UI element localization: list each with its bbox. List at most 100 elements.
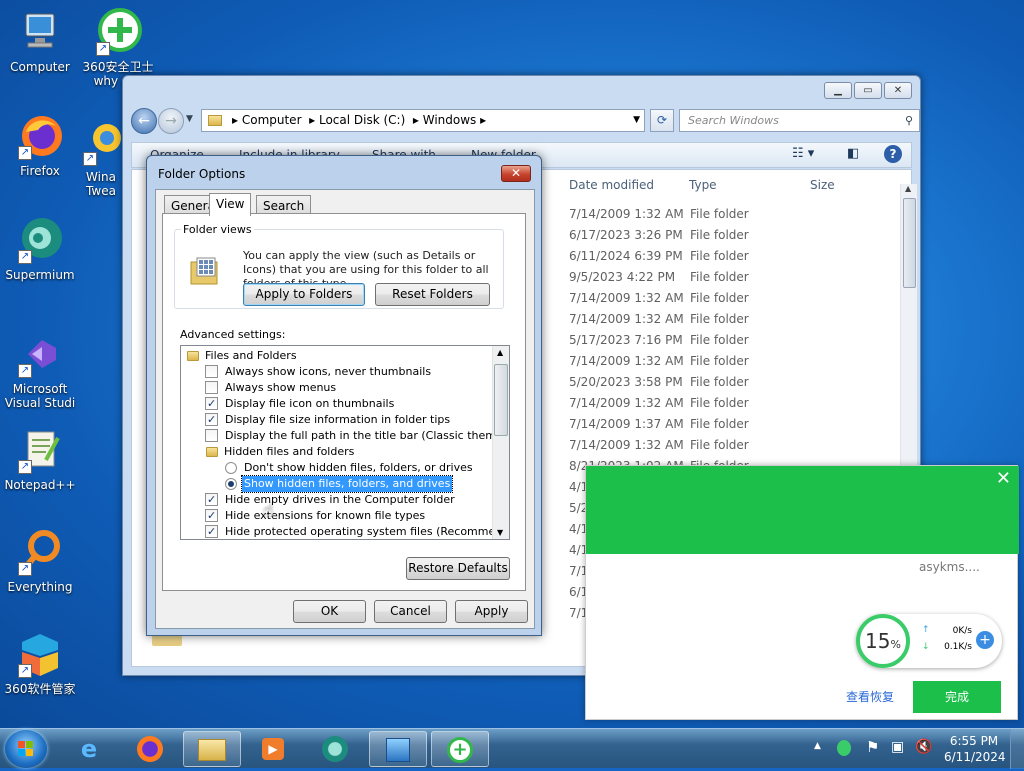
tab-view[interactable]: View (209, 193, 252, 216)
scroll-down-icon[interactable]: ▼ (497, 528, 503, 537)
clock-time: 6:55 PM (949, 734, 999, 748)
advanced-setting-check[interactable]: Hide extensions for known file types (185, 508, 490, 524)
checkbox[interactable] (205, 365, 218, 378)
advanced-setting-check[interactable]: Hide protected operating system files (R… (185, 524, 509, 539)
show-hidden-icons-icon[interactable]: ▲ (814, 741, 821, 751)
checkbox[interactable] (205, 396, 218, 412)
clock[interactable]: 6:55 PM 6/11/2024 (944, 733, 1006, 765)
scrollbar-thumb[interactable] (494, 364, 508, 436)
breadcrumb-item[interactable]: Local Disk (C:) (319, 113, 405, 127)
file-row[interactable]: 6/11/2024 6:39 PM File folder (569, 246, 899, 267)
cancel-button[interactable]: Cancel (374, 600, 447, 623)
checkbox[interactable] (205, 381, 218, 394)
scrollbar-thumb[interactable] (903, 198, 916, 288)
search-input[interactable]: Search Windows ⚲ (679, 109, 920, 132)
checkbox[interactable] (205, 492, 218, 508)
view-restore-link[interactable]: 查看恢复 (846, 688, 894, 705)
advanced-setting-check[interactable]: Display the full path in the title bar (… (185, 428, 509, 444)
cpu-usage-ring: 15% (856, 614, 910, 668)
file-row[interactable]: 7/14/2009 1:32 AM File folder (569, 435, 899, 456)
file-row[interactable]: 7/14/2009 1:32 AM File folder (569, 204, 899, 225)
view-options-icon[interactable]: ☷ ▾ (792, 146, 814, 161)
column-date-modified[interactable]: Date modified (569, 178, 654, 192)
advanced-setting-check[interactable]: Hide empty drives in the Computer folder (185, 492, 490, 508)
popup-close-icon[interactable]: ✕ (996, 468, 1011, 489)
desktop-icon-computer[interactable]: Computer (0, 8, 80, 74)
advanced-setting-check[interactable]: Always show menus (185, 380, 490, 396)
file-row[interactable]: 5/17/2023 7:16 PM File folder (569, 330, 899, 351)
file-row[interactable]: 7/14/2009 1:32 AM File folder (569, 288, 899, 309)
back-button[interactable]: ← (131, 108, 157, 134)
taskbar-firefox-icon[interactable] (121, 731, 179, 767)
start-button[interactable] (5, 730, 47, 768)
desktop-icon-firefox[interactable]: ↗ Firefox (0, 112, 80, 178)
desktop-icon-everything[interactable]: ↗ Everything (0, 528, 80, 594)
show-desktop-button[interactable] (1010, 729, 1024, 769)
action-center-flag-icon[interactable]: ⚑ (866, 738, 879, 756)
tray-360-icon[interactable] (837, 740, 851, 756)
restore-defaults-button[interactable]: Restore Defaults (406, 557, 510, 580)
row-type: File folder (690, 375, 749, 389)
file-row[interactable]: 6/17/2023 3:26 PM File folder (569, 225, 899, 246)
advanced-settings-scrollbar[interactable]: ▲ ▼ (492, 346, 509, 539)
radio-button[interactable] (225, 462, 237, 474)
taskbar-network-app-icon[interactable] (369, 731, 427, 767)
address-dropdown-icon[interactable]: ▼ (633, 110, 640, 131)
file-row[interactable]: 7/14/2009 1:32 AM File folder (569, 393, 899, 414)
checkbox[interactable] (205, 412, 218, 428)
breadcrumb-item[interactable]: Computer (242, 113, 302, 127)
advanced-setting-check[interactable]: Display file icon on thumbnails (185, 396, 490, 412)
advanced-setting-check[interactable]: Display file size information in folder … (185, 412, 490, 428)
taskbar-ie-icon[interactable]: e (60, 731, 118, 767)
taskbar-supermium-icon[interactable] (306, 731, 364, 767)
advanced-settings-tree: Files and Folders Always show icons, neve… (180, 345, 510, 540)
advanced-setting-folder: Hidden files and folders (185, 444, 490, 460)
taskbar-media-player-icon[interactable]: ▶ (244, 731, 302, 767)
file-row[interactable]: 7/14/2009 1:37 AM File folder (569, 414, 899, 435)
reset-folders-button[interactable]: Reset Folders (375, 283, 490, 306)
desktop-icon-visual-studio[interactable]: ↗ Microsoft Visual Studi (0, 330, 80, 410)
maximize-button[interactable]: ▭ (854, 82, 882, 99)
dialog-close-button[interactable]: ✕ (501, 165, 531, 182)
network-speed-widget[interactable]: 15% ↑ ↓ 0K/s 0.1K/s + (856, 614, 1002, 668)
desktop-icon-notepadpp[interactable]: ↗ Notepad++ (0, 426, 80, 492)
checkbox[interactable] (205, 508, 218, 524)
preview-pane-icon[interactable]: ◧ (847, 146, 859, 161)
upload-arrow-icon: ↑ (922, 625, 930, 635)
done-button[interactable]: 完成 (913, 681, 1001, 713)
advanced-setting-radio[interactable]: Don't show hidden files, folders, or dri… (185, 460, 490, 476)
tab-search[interactable]: Search (256, 195, 312, 215)
desktop-icon-360-software[interactable]: ↗ 360软件管家 (0, 630, 80, 696)
volume-muted-icon[interactable]: 🔇 (915, 739, 932, 755)
accelerate-plus-icon[interactable]: + (976, 631, 994, 649)
file-row[interactable]: 5/20/2023 3:58 PM File folder (569, 372, 899, 393)
scroll-up-icon[interactable]: ▲ (905, 184, 911, 193)
desktop-icon-supermium[interactable]: ↗ Supermium (0, 216, 80, 282)
radio-button[interactable] (225, 478, 237, 490)
column-type[interactable]: Type (689, 178, 717, 192)
scroll-up-icon[interactable]: ▲ (497, 348, 503, 357)
address-input[interactable]: ▸ Computer ▸ Local Disk (C:) ▸ Windows ▸… (201, 109, 645, 132)
advanced-setting-radio[interactable]: Show hidden files, folders, and drives (185, 475, 490, 493)
file-row[interactable]: 9/5/2023 4:22 PM File folder (569, 267, 899, 288)
forward-button[interactable]: → (158, 108, 184, 134)
apply-button[interactable]: Apply (455, 600, 528, 623)
ok-button[interactable]: OK (293, 600, 366, 623)
taskbar-360-safe-icon[interactable]: + (431, 731, 489, 767)
minimize-button[interactable]: ▁ (824, 82, 852, 99)
column-size[interactable]: Size (810, 178, 835, 192)
network-icon[interactable]: ▣ (891, 739, 904, 755)
apply-to-folders-button[interactable]: Apply to Folders (243, 283, 365, 306)
checkbox[interactable] (205, 524, 218, 539)
breadcrumb-item[interactable]: Windows (423, 113, 477, 127)
file-row[interactable]: 7/14/2009 1:32 AM File folder (569, 309, 899, 330)
desktop-icon-winaero[interactable]: ↗ Wina Twea (78, 118, 124, 198)
file-row[interactable]: 7/14/2009 1:32 AM File folder (569, 351, 899, 372)
help-icon[interactable]: ? (884, 145, 902, 163)
recent-pages-arrow-icon[interactable]: ▼ (186, 114, 193, 124)
close-button[interactable]: ✕ (884, 82, 912, 99)
refresh-icon[interactable]: ⟳ (650, 109, 674, 132)
checkbox[interactable] (205, 429, 218, 442)
advanced-setting-check[interactable]: Always show icons, never thumbnails (185, 364, 490, 380)
taskbar-explorer-icon[interactable] (183, 731, 241, 767)
